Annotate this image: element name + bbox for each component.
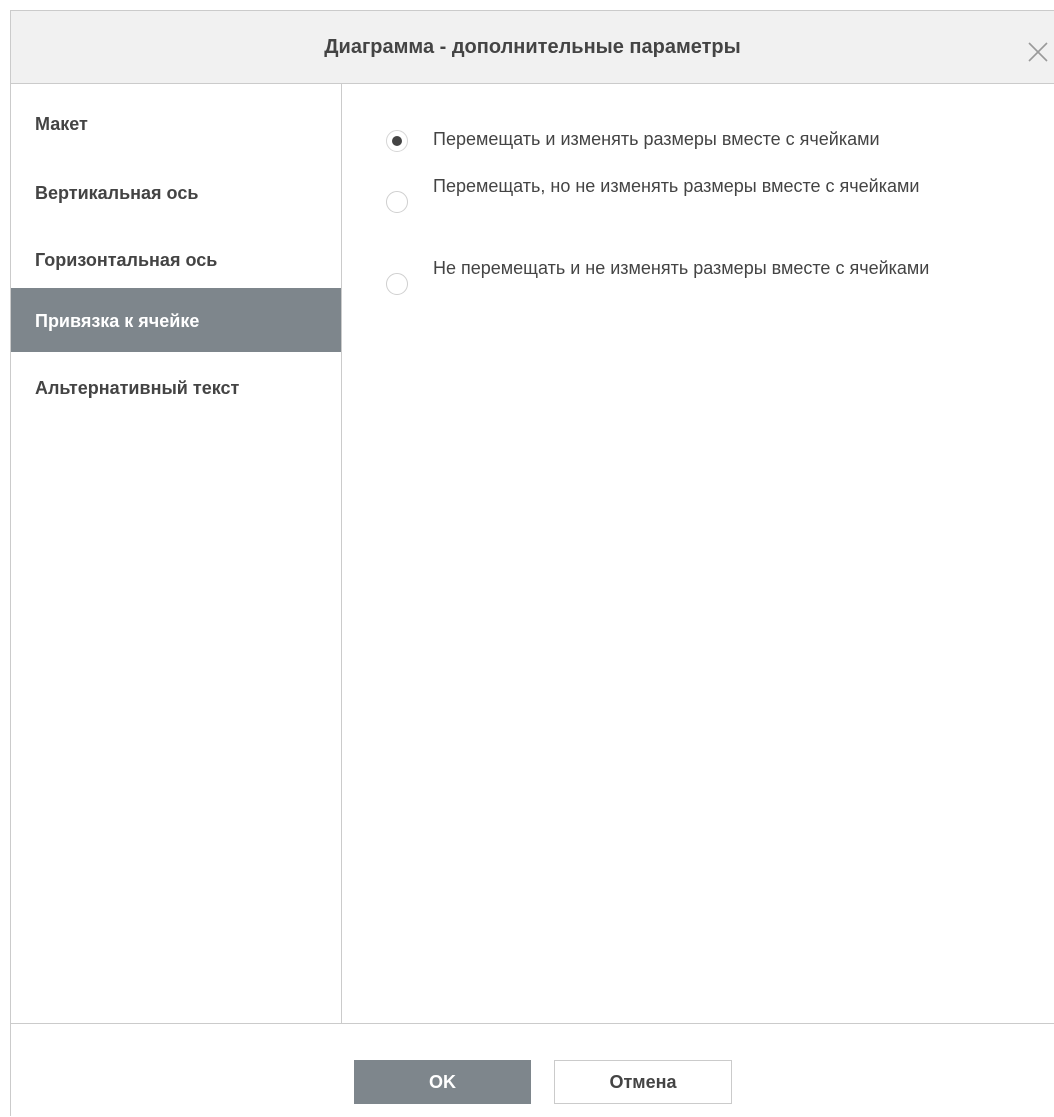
sidebar-item-cell-snapping[interactable]: Привязка к ячейке (11, 288, 341, 352)
snap-option-move-and-size[interactable]: Перемещать и изменять размеры вместе с я… (386, 120, 1026, 152)
close-icon (1027, 41, 1049, 63)
sidebar-item-horizontal-axis[interactable]: Горизонтальная ось (11, 212, 341, 276)
close-button[interactable] (1027, 41, 1049, 63)
sidebar-item-vertical-axis[interactable]: Вертикальная ось (11, 148, 341, 212)
radio-button[interactable] (386, 273, 408, 295)
sidebar-item-label: Вертикальная ось (35, 183, 199, 203)
radio-label: Перемещать, но не изменять размеры вмест… (433, 176, 920, 196)
sidebar-item-label: Макет (35, 114, 88, 134)
dialog-footer: OK Отмена (11, 1023, 1054, 1117)
dialog-header: Диаграмма - дополнительные параметры (11, 11, 1054, 84)
radio-label: Не перемещать и не изменять размеры вмес… (433, 258, 930, 278)
snap-option-move-no-size[interactable]: Перемещать, но не изменять размеры вмест… (386, 168, 1026, 220)
sidebar-item-label: Горизонтальная ось (35, 250, 218, 270)
radio-selected-dot (392, 136, 402, 146)
radio-label: Перемещать и изменять размеры вместе с я… (433, 129, 880, 149)
radio-button[interactable] (386, 130, 408, 152)
cancel-button[interactable]: Отмена (554, 1060, 732, 1104)
settings-sidebar: Макет Вертикальная ось Горизонтальная ос… (11, 84, 342, 1023)
sidebar-item-label: Привязка к ячейке (35, 311, 200, 331)
chart-advanced-settings-dialog: Диаграмма - дополнительные параметры Мак… (10, 10, 1054, 1116)
sidebar-item-layout[interactable]: Макет (11, 84, 341, 148)
ok-button[interactable]: OK (354, 1060, 531, 1104)
radio-button[interactable] (386, 191, 408, 213)
cell-snapping-panel: Перемещать и изменять размеры вместе с я… (342, 84, 1054, 1023)
snap-option-no-move-no-size[interactable]: Не перемещать и не изменять размеры вмес… (386, 250, 1026, 302)
sidebar-item-alt-text[interactable]: Альтернативный текст (11, 352, 341, 416)
dialog-title: Диаграмма - дополнительные параметры (324, 36, 741, 58)
sidebar-item-label: Альтернативный текст (35, 378, 240, 398)
